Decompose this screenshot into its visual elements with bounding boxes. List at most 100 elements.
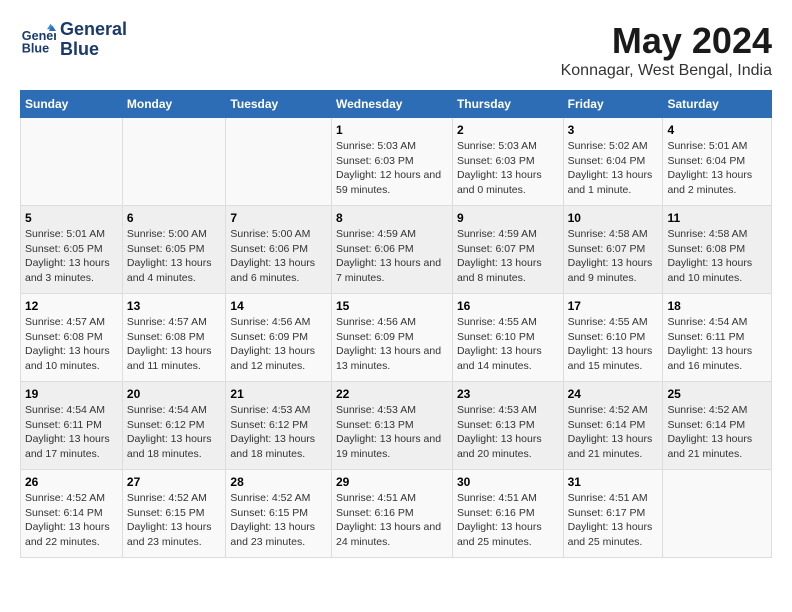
calendar-week-1: 1 Sunrise: 5:03 AM Sunset: 6:03 PM Daylig…	[21, 118, 772, 206]
calendar-cell: 13 Sunrise: 4:57 AM Sunset: 6:08 PM Dayli…	[122, 294, 226, 382]
day-info: Sunrise: 4:51 AM Sunset: 6:17 PM Dayligh…	[568, 491, 659, 550]
weekday-header-row: SundayMondayTuesdayWednesdayThursdayFrid…	[21, 91, 772, 118]
day-info: Sunrise: 4:54 AM Sunset: 6:11 PM Dayligh…	[25, 403, 118, 462]
calendar-cell: 24 Sunrise: 4:52 AM Sunset: 6:14 PM Dayli…	[563, 382, 663, 470]
calendar-cell: 28 Sunrise: 4:52 AM Sunset: 6:15 PM Dayli…	[226, 470, 332, 558]
calendar-cell: 29 Sunrise: 4:51 AM Sunset: 6:16 PM Dayli…	[331, 470, 452, 558]
day-info: Sunrise: 4:57 AM Sunset: 6:08 PM Dayligh…	[25, 315, 118, 374]
calendar-cell: 12Sunrise: 4:57 AM Sunset: 6:08 PM Dayli…	[21, 294, 123, 382]
day-info: Sunrise: 4:51 AM Sunset: 6:16 PM Dayligh…	[336, 491, 448, 550]
calendar-cell: 21 Sunrise: 4:53 AM Sunset: 6:12 PM Dayli…	[226, 382, 332, 470]
day-info: Sunrise: 5:00 AM Sunset: 6:06 PM Dayligh…	[230, 227, 327, 286]
day-number: 28	[230, 475, 327, 489]
logo-text-line1: General	[60, 20, 127, 40]
weekday-header-tuesday: Tuesday	[226, 91, 332, 118]
calendar-cell: 2 Sunrise: 5:03 AM Sunset: 6:03 PM Daylig…	[452, 118, 563, 206]
calendar-week-3: 12Sunrise: 4:57 AM Sunset: 6:08 PM Dayli…	[21, 294, 772, 382]
calendar-cell	[663, 470, 772, 558]
day-info: Sunrise: 5:02 AM Sunset: 6:04 PM Dayligh…	[568, 139, 659, 198]
calendar-cell: 22 Sunrise: 4:53 AM Sunset: 6:13 PM Dayli…	[331, 382, 452, 470]
day-number: 31	[568, 475, 659, 489]
calendar-week-4: 19 Sunrise: 4:54 AM Sunset: 6:11 PM Dayli…	[21, 382, 772, 470]
page-title: May 2024	[561, 20, 772, 62]
day-number: 3	[568, 123, 659, 137]
day-number: 30	[457, 475, 559, 489]
calendar-cell: 11 Sunrise: 4:58 AM Sunset: 6:08 PM Dayli…	[663, 206, 772, 294]
calendar-week-2: 5Sunrise: 5:01 AM Sunset: 6:05 PM Daylig…	[21, 206, 772, 294]
calendar-cell: 26Sunrise: 4:52 AM Sunset: 6:14 PM Dayli…	[21, 470, 123, 558]
page-header: General Blue General Blue May 2024 Konna…	[20, 20, 772, 80]
day-info: Sunrise: 4:58 AM Sunset: 6:08 PM Dayligh…	[667, 227, 767, 286]
day-info: Sunrise: 4:55 AM Sunset: 6:10 PM Dayligh…	[568, 315, 659, 374]
day-info: Sunrise: 4:56 AM Sunset: 6:09 PM Dayligh…	[336, 315, 448, 374]
day-info: Sunrise: 4:52 AM Sunset: 6:14 PM Dayligh…	[568, 403, 659, 462]
day-number: 21	[230, 387, 327, 401]
day-number: 27	[127, 475, 222, 489]
day-number: 11	[667, 211, 767, 225]
day-info: Sunrise: 4:58 AM Sunset: 6:07 PM Dayligh…	[568, 227, 659, 286]
day-number: 16	[457, 299, 559, 313]
title-area: May 2024 Konnagar, West Bengal, India	[561, 20, 772, 80]
calendar-cell: 25Sunrise: 4:52 AM Sunset: 6:14 PM Dayli…	[663, 382, 772, 470]
weekday-header-sunday: Sunday	[21, 91, 123, 118]
calendar-cell	[122, 118, 226, 206]
calendar-cell: 15 Sunrise: 4:56 AM Sunset: 6:09 PM Dayli…	[331, 294, 452, 382]
day-number: 7	[230, 211, 327, 225]
calendar-cell: 20Sunrise: 4:54 AM Sunset: 6:12 PM Dayli…	[122, 382, 226, 470]
day-info: Sunrise: 5:00 AM Sunset: 6:05 PM Dayligh…	[127, 227, 222, 286]
day-number: 2	[457, 123, 559, 137]
calendar-cell: 14 Sunrise: 4:56 AM Sunset: 6:09 PM Dayli…	[226, 294, 332, 382]
calendar-cell: 4 Sunrise: 5:01 AM Sunset: 6:04 PM Daylig…	[663, 118, 772, 206]
calendar-table: SundayMondayTuesdayWednesdayThursdayFrid…	[20, 90, 772, 558]
weekday-header-wednesday: Wednesday	[331, 91, 452, 118]
day-info: Sunrise: 4:59 AM Sunset: 6:06 PM Dayligh…	[336, 227, 448, 286]
day-number: 13	[127, 299, 222, 313]
calendar-cell: 6Sunrise: 5:00 AM Sunset: 6:05 PM Daylig…	[122, 206, 226, 294]
day-number: 18	[667, 299, 767, 313]
calendar-week-5: 26Sunrise: 4:52 AM Sunset: 6:14 PM Dayli…	[21, 470, 772, 558]
day-number: 8	[336, 211, 448, 225]
day-number: 9	[457, 211, 559, 225]
weekday-header-monday: Monday	[122, 91, 226, 118]
calendar-cell: 5Sunrise: 5:01 AM Sunset: 6:05 PM Daylig…	[21, 206, 123, 294]
calendar-cell: 16 Sunrise: 4:55 AM Sunset: 6:10 PM Dayli…	[452, 294, 563, 382]
calendar-cell: 8 Sunrise: 4:59 AM Sunset: 6:06 PM Daylig…	[331, 206, 452, 294]
day-info: Sunrise: 5:03 AM Sunset: 6:03 PM Dayligh…	[457, 139, 559, 198]
day-number: 19	[25, 387, 118, 401]
day-info: Sunrise: 4:52 AM Sunset: 6:14 PM Dayligh…	[667, 403, 767, 462]
day-number: 10	[568, 211, 659, 225]
day-info: Sunrise: 4:54 AM Sunset: 6:12 PM Dayligh…	[127, 403, 222, 462]
calendar-cell: 19 Sunrise: 4:54 AM Sunset: 6:11 PM Dayli…	[21, 382, 123, 470]
day-info: Sunrise: 4:52 AM Sunset: 6:15 PM Dayligh…	[127, 491, 222, 550]
weekday-header-saturday: Saturday	[663, 91, 772, 118]
day-number: 24	[568, 387, 659, 401]
day-info: Sunrise: 4:53 AM Sunset: 6:12 PM Dayligh…	[230, 403, 327, 462]
day-info: Sunrise: 4:52 AM Sunset: 6:15 PM Dayligh…	[230, 491, 327, 550]
logo: General Blue General Blue	[20, 20, 127, 60]
day-number: 14	[230, 299, 327, 313]
day-info: Sunrise: 4:53 AM Sunset: 6:13 PM Dayligh…	[336, 403, 448, 462]
day-number: 1	[336, 123, 448, 137]
calendar-cell: 17Sunrise: 4:55 AM Sunset: 6:10 PM Dayli…	[563, 294, 663, 382]
page-subtitle: Konnagar, West Bengal, India	[561, 62, 772, 80]
day-info: Sunrise: 4:53 AM Sunset: 6:13 PM Dayligh…	[457, 403, 559, 462]
calendar-cell: 30 Sunrise: 4:51 AM Sunset: 6:16 PM Dayli…	[452, 470, 563, 558]
day-number: 29	[336, 475, 448, 489]
day-info: Sunrise: 5:01 AM Sunset: 6:04 PM Dayligh…	[667, 139, 767, 198]
calendar-cell: 18Sunrise: 4:54 AM Sunset: 6:11 PM Dayli…	[663, 294, 772, 382]
day-number: 22	[336, 387, 448, 401]
logo-text-line2: Blue	[60, 40, 127, 60]
day-info: Sunrise: 4:51 AM Sunset: 6:16 PM Dayligh…	[457, 491, 559, 550]
calendar-cell: 23Sunrise: 4:53 AM Sunset: 6:13 PM Dayli…	[452, 382, 563, 470]
day-number: 4	[667, 123, 767, 137]
day-info: Sunrise: 4:56 AM Sunset: 6:09 PM Dayligh…	[230, 315, 327, 374]
day-info: Sunrise: 5:03 AM Sunset: 6:03 PM Dayligh…	[336, 139, 448, 198]
calendar-cell: 31 Sunrise: 4:51 AM Sunset: 6:17 PM Dayli…	[563, 470, 663, 558]
calendar-cell: 10 Sunrise: 4:58 AM Sunset: 6:07 PM Dayli…	[563, 206, 663, 294]
day-info: Sunrise: 4:57 AM Sunset: 6:08 PM Dayligh…	[127, 315, 222, 374]
day-info: Sunrise: 4:55 AM Sunset: 6:10 PM Dayligh…	[457, 315, 559, 374]
calendar-cell: 7 Sunrise: 5:00 AM Sunset: 6:06 PM Daylig…	[226, 206, 332, 294]
day-number: 15	[336, 299, 448, 313]
calendar-cell	[226, 118, 332, 206]
svg-text:Blue: Blue	[22, 41, 49, 55]
